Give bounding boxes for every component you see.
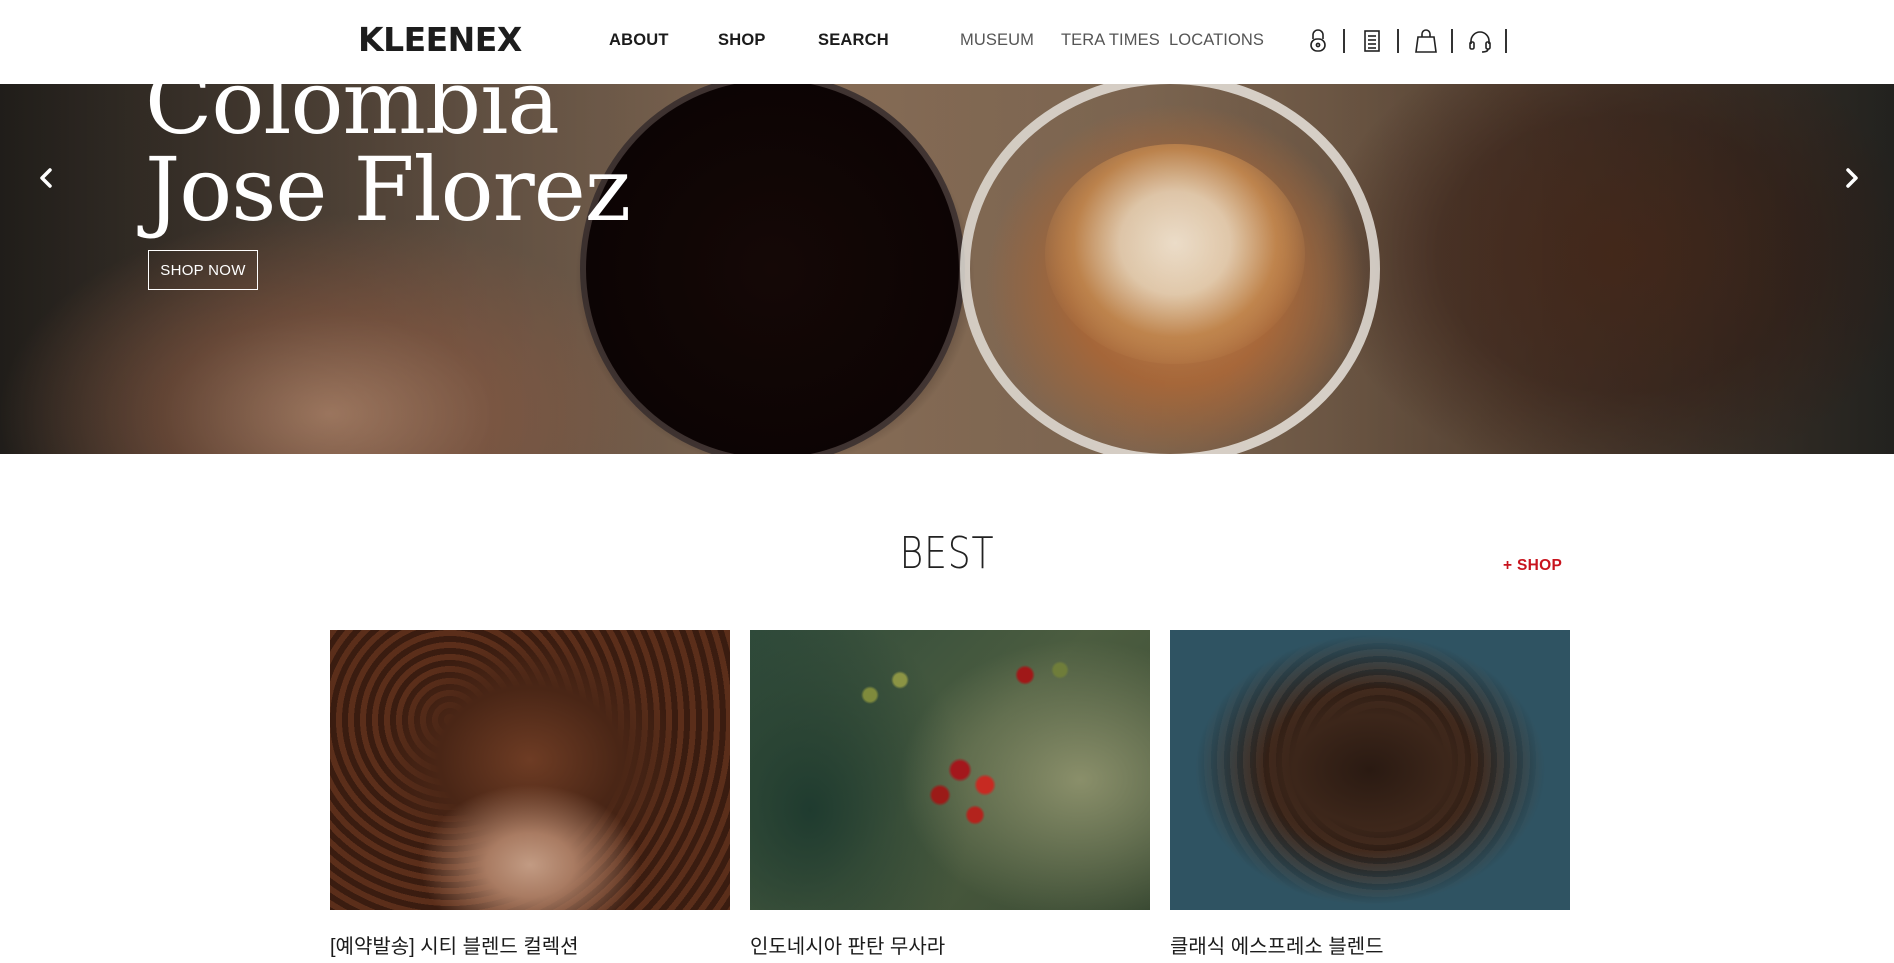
section-title-best: BEST: [899, 528, 995, 579]
hero-banner: Colombia Jose Florez SHOP NOW: [0, 84, 1894, 454]
best-shop-link[interactable]: + SHOP: [1503, 557, 1562, 575]
nav-tera-times[interactable]: TERA TIMES: [1061, 31, 1160, 50]
product-title[interactable]: 클래식 에스프레소 블렌드: [1170, 930, 1384, 959]
header-divider: [1397, 29, 1399, 53]
header-divider: [1343, 29, 1345, 53]
lock-icon[interactable]: [1303, 26, 1333, 56]
header-divider: [1505, 29, 1507, 53]
nav-locations[interactable]: LOCATIONS: [1169, 31, 1264, 50]
nav-about[interactable]: ABOUT: [609, 31, 669, 50]
nav-museum[interactable]: MUSEUM: [960, 31, 1034, 50]
product-image-roasted-beans[interactable]: [1170, 630, 1570, 910]
nav-search[interactable]: SEARCH: [818, 31, 889, 50]
product-image-cacao-beans[interactable]: [330, 630, 730, 910]
product-title[interactable]: 인도네시아 판탄 무사라: [750, 930, 945, 959]
product-card[interactable]: [예약발송] 시티 블렌드 컬렉션: [330, 630, 730, 958]
shopping-bag-icon[interactable]: [1411, 26, 1441, 56]
hero-title-line2: Jose Florez: [145, 138, 631, 241]
site-logo[interactable]: KLEENEX: [358, 20, 522, 59]
chevron-left-icon[interactable]: [30, 162, 62, 194]
nav-shop[interactable]: SHOP: [718, 31, 766, 50]
headset-icon[interactable]: [1465, 26, 1495, 56]
header-divider: [1451, 29, 1453, 53]
product-image-coffee-cherries[interactable]: [750, 630, 1150, 910]
product-card[interactable]: 클래식 에스프레소 블렌드: [1170, 630, 1570, 958]
site-header: KLEENEX ABOUT SHOP SEARCH MUSEUM TERA TI…: [0, 0, 1894, 84]
product-card[interactable]: 인도네시아 판탄 무사라: [750, 630, 1150, 958]
chevron-right-icon[interactable]: [1836, 162, 1868, 194]
shop-now-button[interactable]: SHOP NOW: [148, 250, 258, 290]
product-title[interactable]: [예약발송] 시티 블렌드 컬렉션: [330, 930, 579, 959]
receipt-icon[interactable]: [1357, 26, 1387, 56]
